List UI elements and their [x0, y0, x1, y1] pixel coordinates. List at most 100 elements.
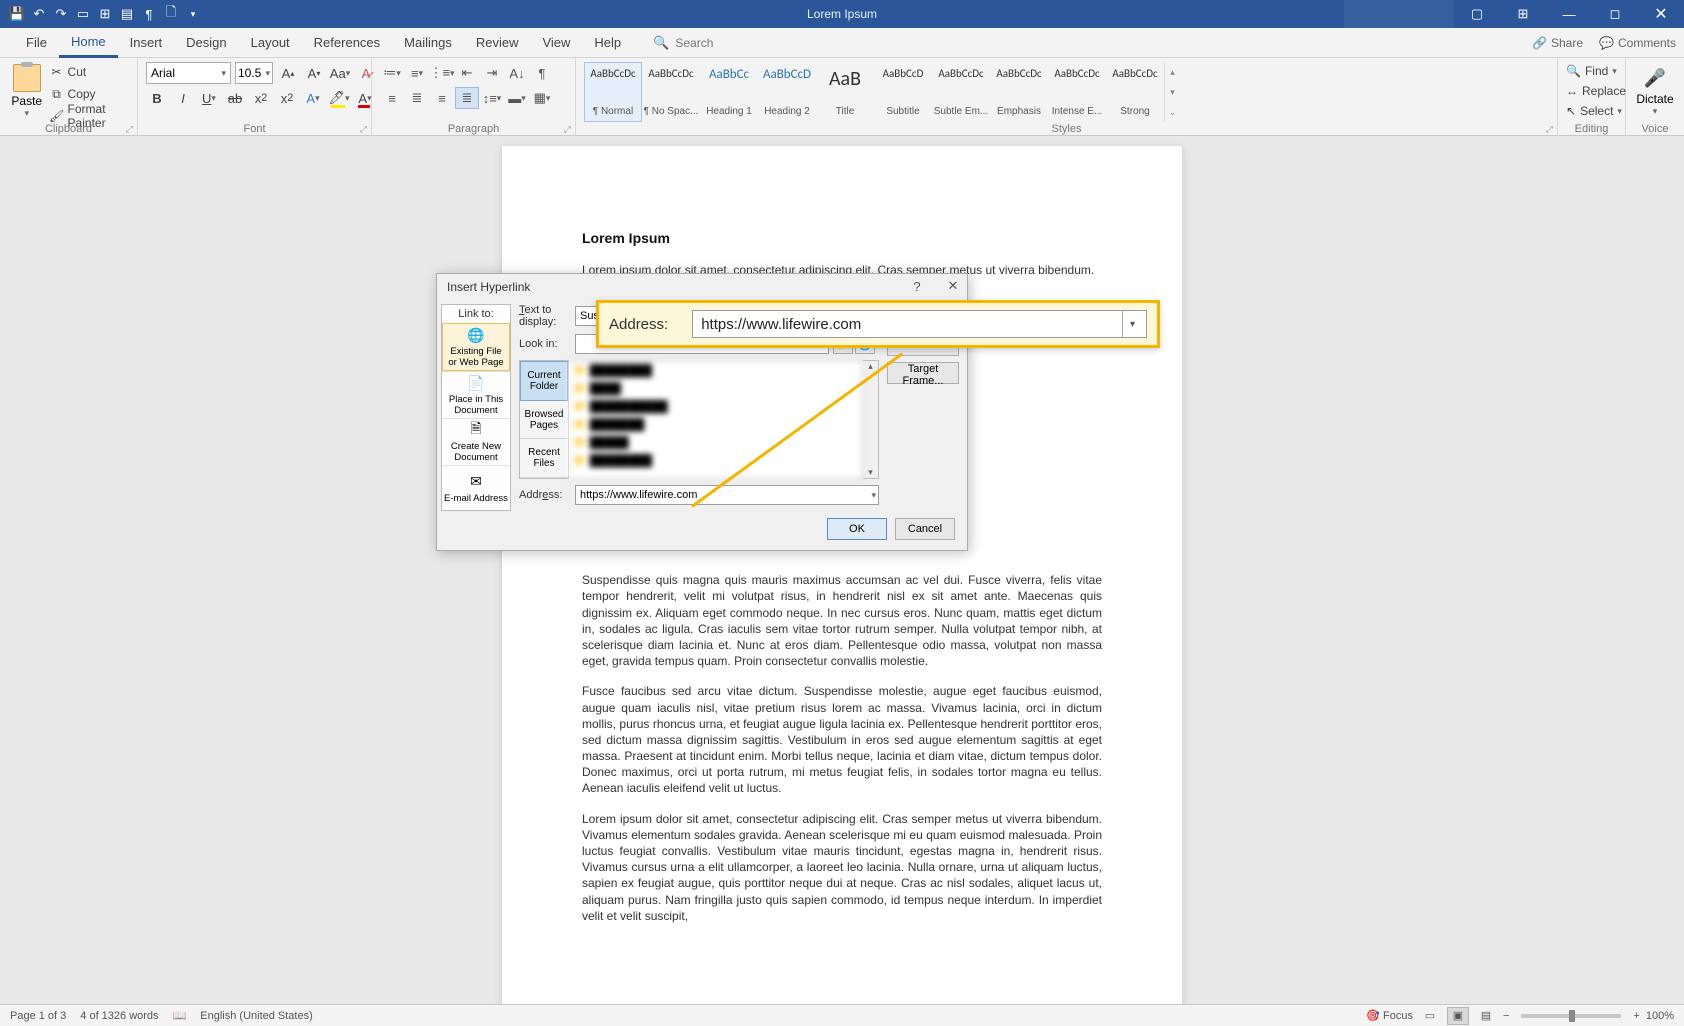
style-heading1[interactable]: AaBbCcHeading 1 — [700, 62, 758, 122]
bullets-button[interactable]: ≔▾ — [380, 62, 404, 84]
highlight-button[interactable]: 🖊▾ — [328, 87, 350, 109]
help-icon[interactable]: ? — [907, 276, 927, 296]
cut-button[interactable]: ✂Cut — [50, 62, 129, 82]
superscript-button[interactable]: x2 — [276, 87, 298, 109]
style-intensee[interactable]: AaBbCcDcIntense E... — [1048, 62, 1106, 122]
linkto-email[interactable]: ✉E-mail Address — [442, 465, 510, 510]
language-indicator[interactable]: English (United States) — [200, 1010, 313, 1022]
linkto-createnew[interactable]: 🗎Create New Document — [442, 418, 510, 465]
decrease-indent-button[interactable]: ⇤ — [455, 62, 479, 84]
callout-address-input[interactable]: https://www.lifewire.com ▾ — [692, 310, 1147, 338]
tab-home[interactable]: Home — [59, 28, 118, 58]
account-btn-1[interactable] — [1344, 0, 1399, 28]
document-area[interactable]: Lorem Ipsum Lorem ipsum dolor sit amet, … — [0, 136, 1684, 1004]
shading-button[interactable]: ▬▾ — [505, 87, 529, 109]
justify-button[interactable]: ≣ — [455, 87, 479, 109]
underline-button[interactable]: U▾ — [198, 87, 220, 109]
multilevel-button[interactable]: ⋮≡▾ — [430, 62, 454, 84]
zoom-out-button[interactable]: − — [1503, 1010, 1509, 1022]
italic-button[interactable]: I — [172, 87, 194, 109]
tab-help[interactable]: Help — [582, 28, 633, 58]
select-button[interactable]: ↖Select▾ — [1566, 102, 1626, 120]
minimize-icon[interactable]: — — [1546, 0, 1592, 28]
copy-button[interactable]: ⧉Copy — [50, 84, 129, 104]
align-center-button[interactable]: ≣ — [405, 87, 429, 109]
align-left-button[interactable]: ≡ — [380, 87, 404, 109]
dictate-button[interactable]: 🎤 Dictate ▾ — [1634, 62, 1676, 122]
find-button[interactable]: 🔍Find▾ — [1566, 62, 1626, 80]
tab-insert[interactable]: Insert — [118, 28, 175, 58]
qat-btn-2[interactable]: ⊞ — [94, 3, 116, 25]
share-button[interactable]: 🔗 Share — [1532, 36, 1583, 50]
zoom-in-button[interactable]: + — [1633, 1010, 1639, 1022]
tab-view[interactable]: View — [530, 28, 582, 58]
style-nospac[interactable]: AaBbCcDc¶ No Spac... — [642, 62, 700, 122]
borders-button[interactable]: ▦▾ — [530, 87, 554, 109]
tab-design[interactable]: Design — [174, 28, 238, 58]
grow-font-button[interactable]: A▴ — [277, 62, 299, 84]
ok-button[interactable]: OK — [827, 518, 887, 540]
dialog-launcher-icon[interactable]: ⤢ — [1546, 124, 1553, 135]
target-frame-button[interactable]: Target Frame... — [887, 362, 959, 384]
chevron-down-icon[interactable]: ▾ — [1122, 311, 1142, 337]
style-subtitle[interactable]: AaBbCcDSubtitle — [874, 62, 932, 122]
proofing-icon[interactable]: 📖 — [173, 1009, 187, 1022]
web-layout-icon[interactable]: ▤ — [1475, 1007, 1497, 1025]
comments-button[interactable]: 💬 Comments — [1599, 36, 1676, 50]
dialog-launcher-icon[interactable]: ⤢ — [564, 124, 571, 135]
text-effects-button[interactable]: A▾ — [302, 87, 324, 109]
search-box[interactable]: 🔍 Search — [653, 35, 713, 51]
linkto-place[interactable]: 📄Place in This Document — [442, 371, 510, 418]
recent-files-tab[interactable]: Recent Files — [520, 439, 568, 478]
tab-layout[interactable]: Layout — [239, 28, 302, 58]
strike-button[interactable]: ab — [224, 87, 246, 109]
style-emphasis[interactable]: AaBbCcDcEmphasis — [990, 62, 1048, 122]
close-icon[interactable]: ✕ — [943, 276, 963, 296]
subscript-button[interactable]: x2 — [250, 87, 272, 109]
style-subtleem[interactable]: AaBbCcDcSubtle Em... — [932, 62, 990, 122]
save-icon[interactable]: 💾 — [6, 3, 28, 25]
file-list[interactable]: 📁 ████████📁 ████📁 ██████████ 📁 ███████📁 … — [569, 360, 863, 479]
redo-icon[interactable]: ↷ — [50, 3, 72, 25]
styles-scrollbar[interactable]: ▴▾⌄ — [1164, 62, 1180, 122]
style-title[interactable]: AaBTitle — [816, 62, 874, 122]
account-btn-2[interactable] — [1399, 0, 1454, 28]
browsed-pages-tab[interactable]: Browsed Pages — [520, 401, 568, 440]
print-layout-icon[interactable]: ▣ — [1447, 1007, 1469, 1025]
line-spacing-button[interactable]: ↕≡▾ — [480, 87, 504, 109]
tab-mailings[interactable]: Mailings — [392, 28, 464, 58]
font-family-selector[interactable]: Arial▾ — [146, 62, 231, 84]
display-icon[interactable]: ⊞ — [1500, 0, 1546, 28]
paste-button[interactable]: Paste ▾ — [8, 62, 46, 126]
ribbon-options-icon[interactable]: ▢ — [1454, 0, 1500, 28]
read-mode-icon[interactable]: ▭ — [1419, 1007, 1441, 1025]
page-indicator[interactable]: Page 1 of 3 — [10, 1010, 66, 1022]
cancel-button[interactable]: Cancel — [895, 518, 955, 540]
qat-btn-4[interactable]: ¶ — [138, 3, 160, 25]
tab-file[interactable]: File — [14, 28, 59, 58]
word-count[interactable]: 4 of 1326 words — [80, 1010, 158, 1022]
bold-button[interactable]: B — [146, 87, 168, 109]
maximize-icon[interactable]: ◻ — [1592, 0, 1638, 28]
current-folder-tab[interactable]: Current Folder — [520, 361, 568, 401]
zoom-slider[interactable] — [1521, 1014, 1621, 1018]
font-size-selector[interactable]: 10.5▾ — [235, 62, 273, 84]
qat-btn-3[interactable]: ▤ — [116, 3, 138, 25]
qat-btn-1[interactable]: ▭ — [72, 3, 94, 25]
zoom-level[interactable]: 100% — [1646, 1010, 1674, 1022]
tab-references[interactable]: References — [302, 28, 392, 58]
style-normal[interactable]: AaBbCcDc¶ Normal — [584, 62, 642, 122]
focus-mode[interactable]: 🎯 Focus — [1366, 1009, 1413, 1022]
change-case-button[interactable]: Aa▾ — [329, 62, 351, 84]
shrink-font-button[interactable]: A▾ — [303, 62, 325, 84]
undo-icon[interactable]: ↶ — [28, 3, 50, 25]
address-input[interactable]: https://www.lifewire.com▾ — [575, 485, 879, 505]
show-marks-button[interactable]: ¶ — [530, 62, 554, 84]
qat-btn-5[interactable]: 🗋 — [160, 3, 182, 25]
dialog-launcher-icon[interactable]: ⤢ — [126, 124, 133, 135]
qat-more-icon[interactable]: ▾ — [182, 3, 204, 25]
style-strong[interactable]: AaBbCcDcStrong — [1106, 62, 1164, 122]
linkto-existing[interactable]: 🌐Existing File or Web Page — [442, 323, 510, 371]
increase-indent-button[interactable]: ⇥ — [480, 62, 504, 84]
tab-review[interactable]: Review — [464, 28, 531, 58]
